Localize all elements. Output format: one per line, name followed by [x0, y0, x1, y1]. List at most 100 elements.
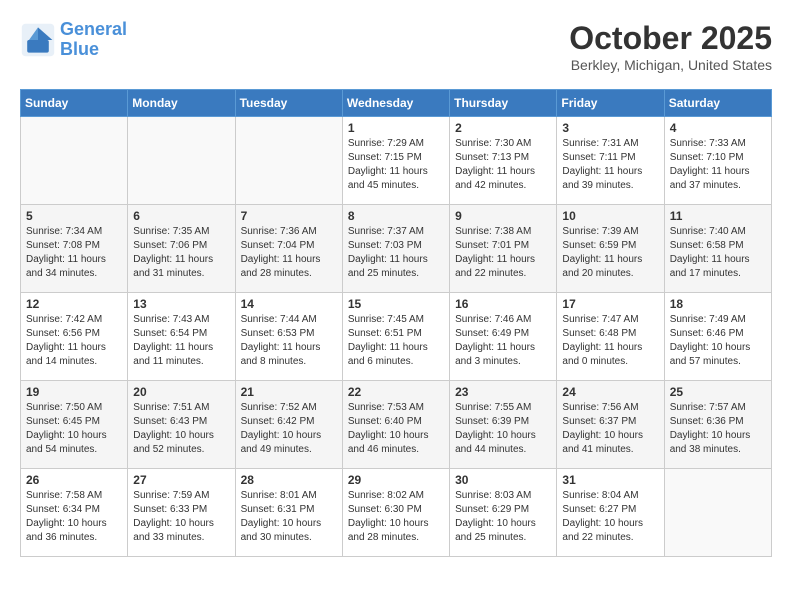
day-info: Sunrise: 7:51 AM Sunset: 6:43 PM Dayligh… [133, 401, 229, 457]
calendar-cell: 15 Sunrise: 7:45 AM Sunset: 6:51 PM Dayl… [342, 293, 449, 381]
day-number: 16 [455, 297, 551, 311]
weekday-header-saturday: Saturday [664, 90, 771, 117]
sunset-text: Sunset: 6:33 PM [133, 504, 207, 515]
day-number: 14 [241, 297, 337, 311]
calendar-cell: 7 Sunrise: 7:36 AM Sunset: 7:04 PM Dayli… [235, 205, 342, 293]
logo-icon [20, 22, 56, 58]
day-number: 21 [241, 385, 337, 399]
day-number: 4 [670, 121, 766, 135]
sunrise-text: Sunrise: 7:44 AM [241, 314, 317, 325]
sunset-text: Sunset: 7:08 PM [26, 240, 100, 251]
weekday-header-row: SundayMondayTuesdayWednesdayThursdayFrid… [21, 90, 772, 117]
day-number: 17 [562, 297, 658, 311]
day-number: 15 [348, 297, 444, 311]
sunrise-text: Sunrise: 7:58 AM [26, 490, 102, 501]
sunset-text: Sunset: 7:06 PM [133, 240, 207, 251]
calendar-cell: 19 Sunrise: 7:50 AM Sunset: 6:45 PM Dayl… [21, 381, 128, 469]
daylight-text: Daylight: 11 hours and 20 minutes. [562, 254, 642, 279]
day-info: Sunrise: 7:40 AM Sunset: 6:58 PM Dayligh… [670, 225, 766, 281]
location: Berkley, Michigan, United States [569, 57, 772, 73]
sunrise-text: Sunrise: 7:45 AM [348, 314, 424, 325]
day-info: Sunrise: 7:45 AM Sunset: 6:51 PM Dayligh… [348, 313, 444, 369]
calendar-cell: 4 Sunrise: 7:33 AM Sunset: 7:10 PM Dayli… [664, 117, 771, 205]
calendar-cell: 31 Sunrise: 8:04 AM Sunset: 6:27 PM Dayl… [557, 469, 664, 557]
calendar-cell: 26 Sunrise: 7:58 AM Sunset: 6:34 PM Dayl… [21, 469, 128, 557]
calendar-cell: 21 Sunrise: 7:52 AM Sunset: 6:42 PM Dayl… [235, 381, 342, 469]
page-header: General Blue October 2025 Berkley, Michi… [20, 20, 772, 73]
daylight-text: Daylight: 11 hours and 31 minutes. [133, 254, 213, 279]
sunrise-text: Sunrise: 7:59 AM [133, 490, 209, 501]
sunset-text: Sunset: 6:58 PM [670, 240, 744, 251]
calendar-cell: 17 Sunrise: 7:47 AM Sunset: 6:48 PM Dayl… [557, 293, 664, 381]
sunrise-text: Sunrise: 7:43 AM [133, 314, 209, 325]
calendar-cell: 29 Sunrise: 8:02 AM Sunset: 6:30 PM Dayl… [342, 469, 449, 557]
sunset-text: Sunset: 6:39 PM [455, 416, 529, 427]
day-info: Sunrise: 7:30 AM Sunset: 7:13 PM Dayligh… [455, 137, 551, 193]
sunrise-text: Sunrise: 7:53 AM [348, 402, 424, 413]
day-number: 5 [26, 209, 122, 223]
calendar-cell: 22 Sunrise: 7:53 AM Sunset: 6:40 PM Dayl… [342, 381, 449, 469]
daylight-text: Daylight: 11 hours and 0 minutes. [562, 342, 642, 367]
day-info: Sunrise: 7:56 AM Sunset: 6:37 PM Dayligh… [562, 401, 658, 457]
calendar-week-1: 1 Sunrise: 7:29 AM Sunset: 7:15 PM Dayli… [21, 117, 772, 205]
day-info: Sunrise: 7:42 AM Sunset: 6:56 PM Dayligh… [26, 313, 122, 369]
sunrise-text: Sunrise: 7:50 AM [26, 402, 102, 413]
day-number: 19 [26, 385, 122, 399]
daylight-text: Daylight: 11 hours and 3 minutes. [455, 342, 535, 367]
day-info: Sunrise: 7:53 AM Sunset: 6:40 PM Dayligh… [348, 401, 444, 457]
sunrise-text: Sunrise: 7:38 AM [455, 226, 531, 237]
day-number: 3 [562, 121, 658, 135]
sunrise-text: Sunrise: 7:51 AM [133, 402, 209, 413]
day-number: 30 [455, 473, 551, 487]
day-info: Sunrise: 7:36 AM Sunset: 7:04 PM Dayligh… [241, 225, 337, 281]
sunrise-text: Sunrise: 7:46 AM [455, 314, 531, 325]
day-number: 18 [670, 297, 766, 311]
sunset-text: Sunset: 6:43 PM [133, 416, 207, 427]
daylight-text: Daylight: 10 hours and 30 minutes. [241, 518, 322, 543]
day-info: Sunrise: 7:50 AM Sunset: 6:45 PM Dayligh… [26, 401, 122, 457]
calendar-week-4: 19 Sunrise: 7:50 AM Sunset: 6:45 PM Dayl… [21, 381, 772, 469]
sunset-text: Sunset: 6:31 PM [241, 504, 315, 515]
day-number: 2 [455, 121, 551, 135]
day-info: Sunrise: 7:39 AM Sunset: 6:59 PM Dayligh… [562, 225, 658, 281]
sunset-text: Sunset: 6:30 PM [348, 504, 422, 515]
day-number: 6 [133, 209, 229, 223]
sunrise-text: Sunrise: 7:39 AM [562, 226, 638, 237]
day-number: 1 [348, 121, 444, 135]
calendar-cell: 27 Sunrise: 7:59 AM Sunset: 6:33 PM Dayl… [128, 469, 235, 557]
daylight-text: Daylight: 11 hours and 37 minutes. [670, 166, 750, 191]
title-block: October 2025 Berkley, Michigan, United S… [569, 20, 772, 73]
day-number: 12 [26, 297, 122, 311]
sunset-text: Sunset: 7:04 PM [241, 240, 315, 251]
calendar-cell: 14 Sunrise: 7:44 AM Sunset: 6:53 PM Dayl… [235, 293, 342, 381]
day-number: 25 [670, 385, 766, 399]
daylight-text: Daylight: 11 hours and 42 minutes. [455, 166, 535, 191]
day-info: Sunrise: 8:02 AM Sunset: 6:30 PM Dayligh… [348, 489, 444, 545]
calendar-cell [235, 117, 342, 205]
day-info: Sunrise: 7:46 AM Sunset: 6:49 PM Dayligh… [455, 313, 551, 369]
weekday-header-friday: Friday [557, 90, 664, 117]
day-number: 28 [241, 473, 337, 487]
daylight-text: Daylight: 11 hours and 22 minutes. [455, 254, 535, 279]
day-info: Sunrise: 7:52 AM Sunset: 6:42 PM Dayligh… [241, 401, 337, 457]
sunrise-text: Sunrise: 7:42 AM [26, 314, 102, 325]
sunrise-text: Sunrise: 7:35 AM [133, 226, 209, 237]
day-number: 11 [670, 209, 766, 223]
calendar-cell: 5 Sunrise: 7:34 AM Sunset: 7:08 PM Dayli… [21, 205, 128, 293]
weekday-header-wednesday: Wednesday [342, 90, 449, 117]
sunset-text: Sunset: 6:45 PM [26, 416, 100, 427]
sunrise-text: Sunrise: 7:37 AM [348, 226, 424, 237]
daylight-text: Daylight: 11 hours and 8 minutes. [241, 342, 321, 367]
day-number: 8 [348, 209, 444, 223]
day-info: Sunrise: 8:04 AM Sunset: 6:27 PM Dayligh… [562, 489, 658, 545]
calendar-cell: 24 Sunrise: 7:56 AM Sunset: 6:37 PM Dayl… [557, 381, 664, 469]
sunrise-text: Sunrise: 7:49 AM [670, 314, 746, 325]
calendar-cell: 6 Sunrise: 7:35 AM Sunset: 7:06 PM Dayli… [128, 205, 235, 293]
sunset-text: Sunset: 6:37 PM [562, 416, 636, 427]
sunrise-text: Sunrise: 8:01 AM [241, 490, 317, 501]
logo-line1: General [60, 19, 127, 39]
day-info: Sunrise: 7:33 AM Sunset: 7:10 PM Dayligh… [670, 137, 766, 193]
calendar-cell: 18 Sunrise: 7:49 AM Sunset: 6:46 PM Dayl… [664, 293, 771, 381]
sunrise-text: Sunrise: 7:40 AM [670, 226, 746, 237]
daylight-text: Daylight: 11 hours and 28 minutes. [241, 254, 321, 279]
